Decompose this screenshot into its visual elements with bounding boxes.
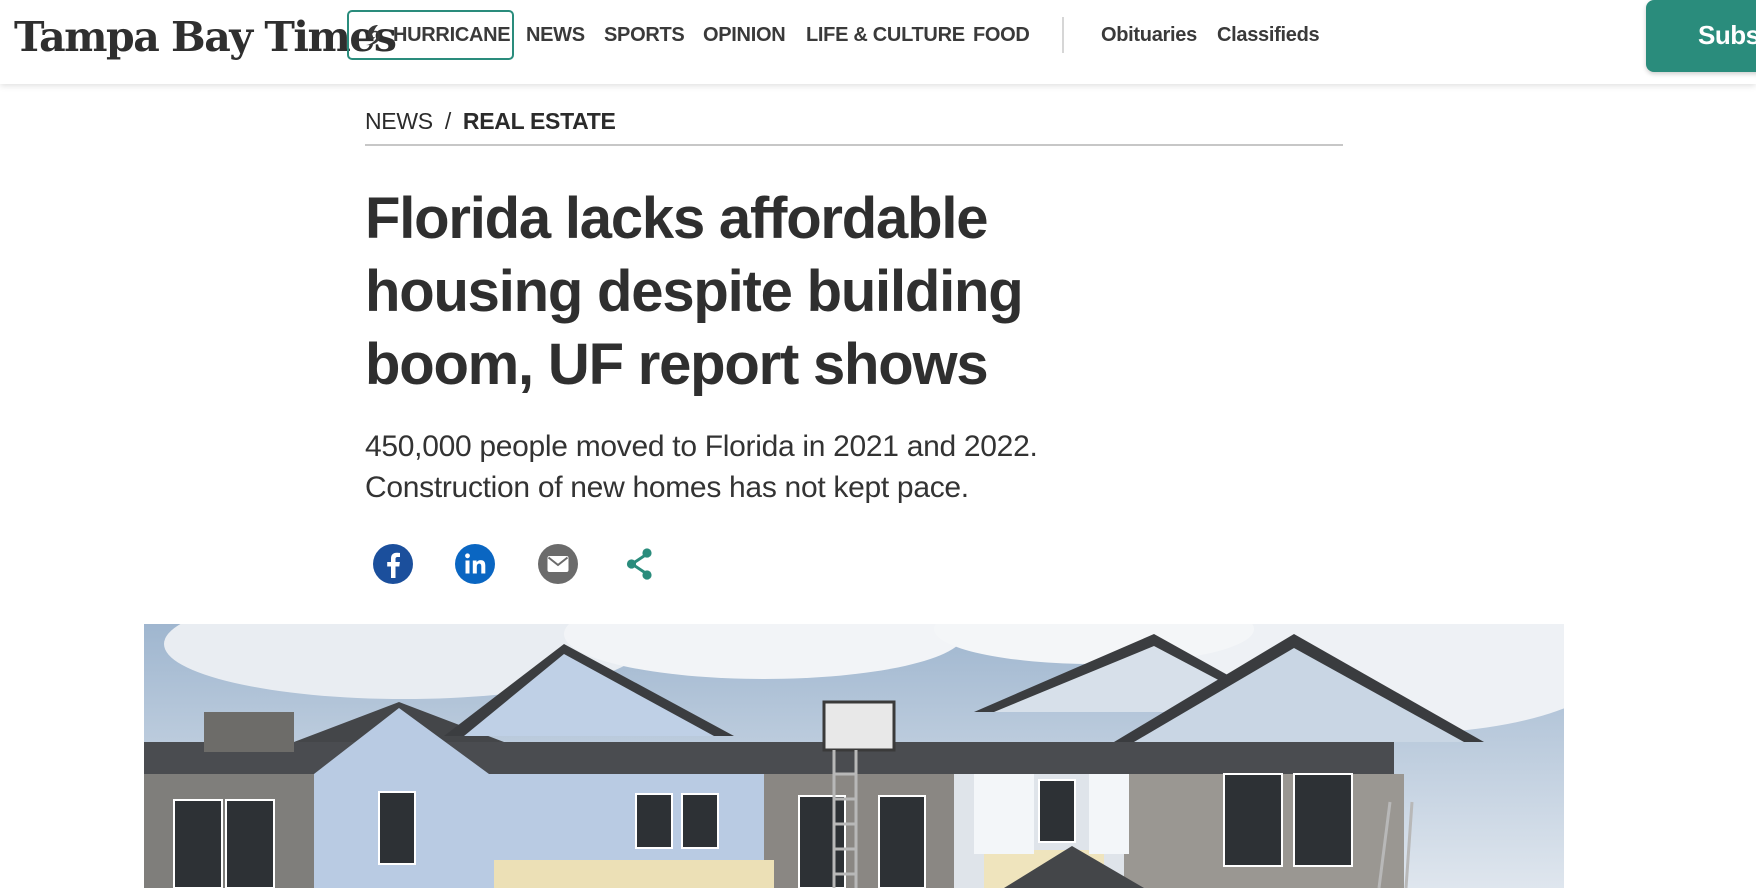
nav-life-culture[interactable]: LIFE & CULTURE bbox=[806, 20, 965, 50]
nav-classifieds[interactable]: Classifieds bbox=[1217, 20, 1320, 50]
breadcrumb: NEWS / REAL ESTATE bbox=[365, 108, 1343, 146]
nav-news[interactable]: NEWS bbox=[526, 20, 585, 50]
breadcrumb-real-estate[interactable]: REAL ESTATE bbox=[463, 108, 616, 135]
nav-opinion[interactable]: OPINION bbox=[703, 20, 786, 50]
linkedin-icon[interactable] bbox=[453, 542, 497, 586]
hurricane-icon bbox=[366, 25, 380, 46]
email-icon[interactable] bbox=[536, 542, 580, 586]
nav-sports[interactable]: SPORTS bbox=[604, 20, 685, 50]
breadcrumb-news[interactable]: NEWS bbox=[365, 108, 433, 135]
site-logo[interactable]: Tampa Bay Times bbox=[14, 12, 397, 62]
subscribe-button[interactable]: Subs bbox=[1646, 0, 1756, 72]
facebook-icon[interactable] bbox=[371, 542, 415, 586]
breadcrumb-separator: / bbox=[444, 108, 451, 134]
hero-image bbox=[144, 624, 1564, 888]
nav-food[interactable]: FOOD bbox=[973, 20, 1030, 50]
townhouse-photo bbox=[144, 624, 1564, 888]
article-dek: 450,000 people moved to Florida in 2021 … bbox=[365, 430, 1038, 504]
share-icon[interactable] bbox=[618, 542, 662, 586]
nav-divider bbox=[1062, 17, 1064, 53]
site-header: Tampa Bay Times HURRICANE NEWS SPORTS OP… bbox=[0, 0, 1756, 84]
article-headline: Florida lacks affordable housing despite… bbox=[365, 186, 1024, 397]
nav-obituaries[interactable]: Obituaries bbox=[1101, 20, 1197, 50]
nav-hurricane-button[interactable]: HURRICANE bbox=[347, 10, 514, 60]
nav-hurricane-label: HURRICANE bbox=[393, 23, 511, 46]
